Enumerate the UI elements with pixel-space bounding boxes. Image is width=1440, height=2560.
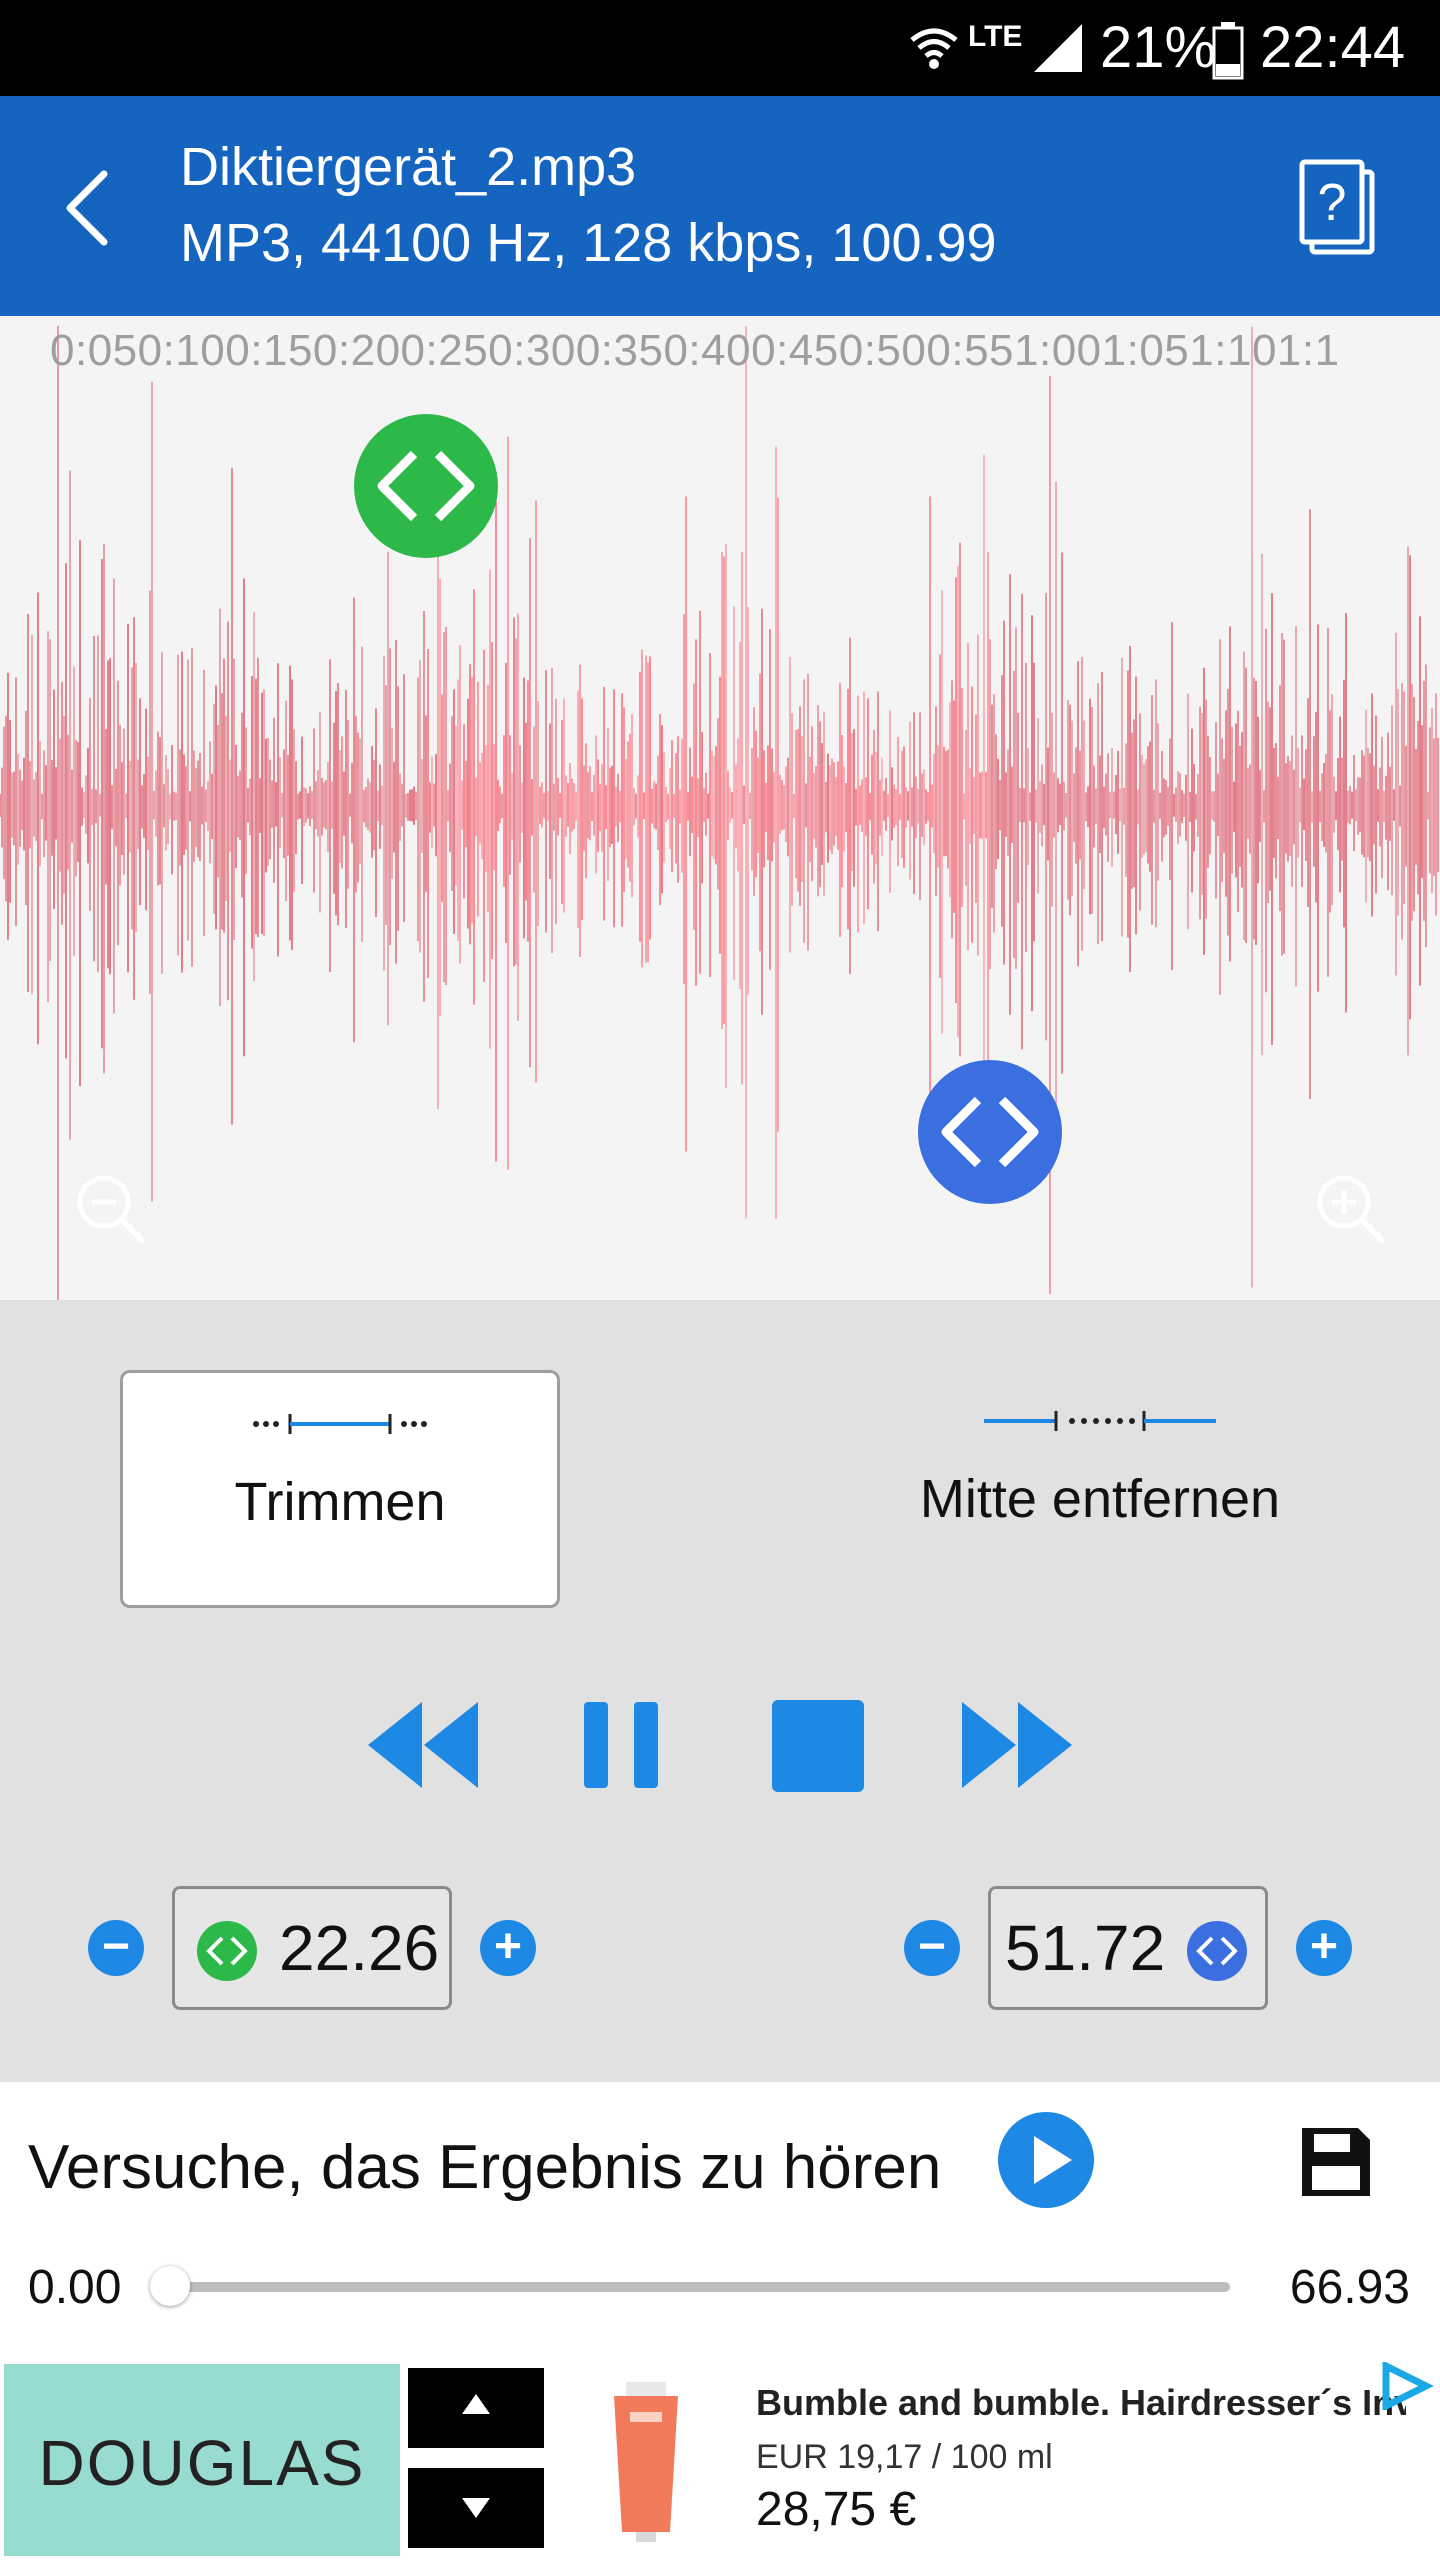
trim-icon — [253, 1414, 427, 1434]
pause-icon[interactable] — [584, 1700, 658, 1790]
start-marker-handle[interactable] — [354, 414, 498, 558]
start-time-value: 22.26 — [279, 1912, 440, 1984]
help-document-icon[interactable]: ? — [1296, 158, 1380, 258]
zoom-in-icon[interactable] — [1312, 1170, 1392, 1250]
svg-text:?: ? — [1318, 174, 1347, 232]
end-marker-handle[interactable] — [918, 1060, 1062, 1204]
ad-brand-logo[interactable]: DOUGLAS — [4, 2364, 400, 2556]
preview-section: Versuche, das Ergebnis zu hören 0.00 66.… — [0, 2082, 1440, 2360]
wifi-icon — [910, 28, 958, 69]
ad-next-button[interactable] — [408, 2468, 544, 2548]
remove-middle-icon — [984, 1411, 1216, 1431]
start-increment-button[interactable]: + — [480, 1920, 536, 1976]
file-title: Diktiergerät_2.mp3 — [180, 137, 637, 197]
back-arrow-icon[interactable] — [58, 168, 118, 248]
rewind-icon[interactable] — [366, 1700, 480, 1790]
end-increment-button[interactable]: + — [1296, 1920, 1352, 1976]
battery-icon — [1212, 22, 1244, 80]
play-preview-icon[interactable] — [998, 2112, 1094, 2208]
arrow-down-icon — [462, 2498, 490, 2518]
end-marker-icon — [1187, 1921, 1247, 1981]
fast-forward-icon[interactable] — [960, 1700, 1074, 1790]
preview-duration: 66.93 — [1289, 2261, 1410, 2314]
preview-label: Versuche, das Ergebnis zu hören — [28, 2133, 942, 2202]
ad-unit-price: EUR 19,17 / 100 ml — [756, 2438, 1053, 2476]
signal-icon — [1034, 24, 1082, 72]
end-time-field[interactable]: 51.72 — [988, 1886, 1268, 2010]
app-bar: Diktiergerät_2.mp3 MP3, 44100 Hz, 128 kb… — [0, 96, 1440, 316]
start-marker-icon — [197, 1921, 257, 1981]
ad-price: 28,75 € — [756, 2483, 917, 2536]
zoom-out-icon[interactable] — [72, 1170, 152, 1250]
ad-brand-name: DOUGLAS — [38, 2427, 366, 2499]
arrow-up-icon — [462, 2394, 490, 2414]
remove-middle-label: Mitte entfernen — [919, 1469, 1281, 1529]
file-info: MP3, 44100 Hz, 128 kbps, 100.99 — [180, 213, 997, 273]
ad-banner[interactable]: DOUGLAS Bumble and bumble. Hairdresser´s… — [0, 2360, 1440, 2560]
preview-seekbar[interactable] — [170, 2282, 1230, 2292]
waveform-lines — [0, 326, 1439, 1300]
waveform-panel[interactable]: 0:050:100:150:200:250:300:350:400:450:50… — [0, 316, 1440, 1300]
timeline-ruler: 0:050:100:150:200:250:300:350:400:450:50… — [50, 326, 1340, 375]
status-bar: LTE 21% 22:44 — [0, 0, 1440, 96]
ad-prev-button[interactable] — [408, 2368, 544, 2448]
battery-percent: 21% — [1100, 15, 1217, 80]
trim-mode-button[interactable]: Trimmen — [120, 1370, 560, 1608]
start-time-field[interactable]: 22.26 — [172, 1886, 452, 2010]
start-decrement-button[interactable]: − — [88, 1920, 144, 1976]
end-decrement-button[interactable]: − — [904, 1920, 960, 1976]
ad-product-image[interactable] — [604, 2382, 688, 2542]
stop-icon[interactable] — [772, 1700, 864, 1792]
network-type: LTE — [968, 20, 1023, 53]
preview-position: 0.00 — [28, 2261, 122, 2314]
end-time-value: 51.72 — [1005, 1912, 1166, 1984]
ad-product-title[interactable]: Bumble and bumble. Hairdresser´s Inv... — [756, 2382, 1406, 2424]
remove-middle-mode-button[interactable]: Mitte entfernen — [860, 1370, 1340, 1608]
waveform[interactable] — [0, 316, 1440, 1300]
seekbar-thumb[interactable] — [150, 2266, 190, 2306]
save-icon[interactable] — [1296, 2122, 1376, 2202]
clock: 22:44 — [1260, 15, 1406, 80]
adchoices-icon[interactable] — [1380, 2362, 1434, 2410]
trim-label: Trimmen — [234, 1472, 446, 1532]
